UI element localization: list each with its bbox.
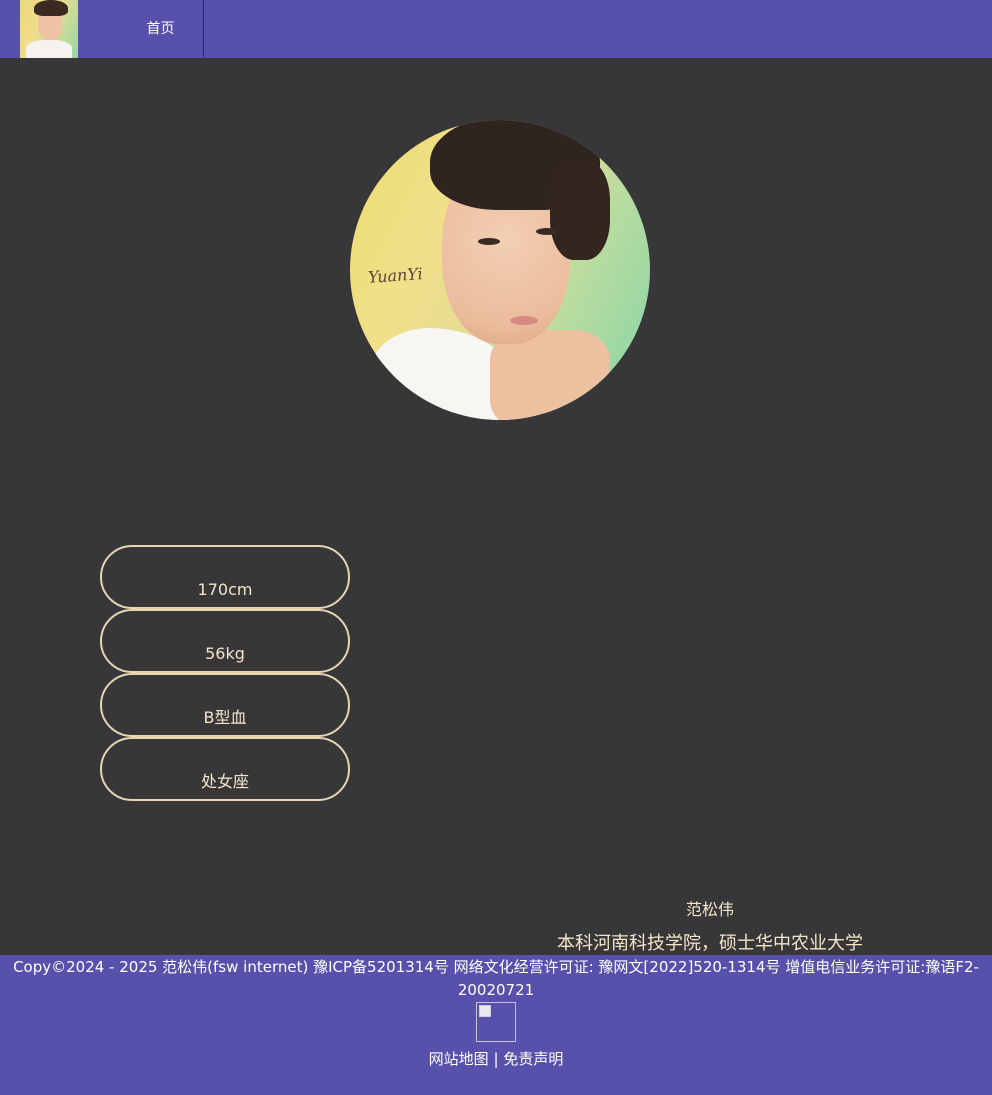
blood-type-pill: B型血 [100,673,350,737]
avatar-left-eye [478,238,500,245]
broken-image-glyph [479,1005,491,1017]
height-pill: 170cm [100,545,350,609]
avatar-lips [510,316,538,325]
top-navigation-bar: 首页 [0,0,992,58]
profile-education: 本科河南科技学院，硕士华中农业大学 [557,933,863,954]
page-footer: Copy©2024 - 2025 范松伟(fsw internet) 豫ICP备… [0,955,992,1095]
avatar-hair-side [550,160,610,260]
disclaimer-link[interactable]: 免责声明 [503,1050,563,1068]
logo-shirt [26,40,72,58]
zodiac-pill: 处女座 [100,737,350,801]
avatar-signature: YuanYi [367,264,424,287]
sitemap-link[interactable]: 网站地图 [429,1050,489,1068]
nav-home-link[interactable]: 首页 [118,0,204,58]
logo-image[interactable] [20,0,78,58]
logo-hair [34,0,68,16]
footer-links: 网站地图 | 免责声明 [0,1050,992,1068]
avatar-right-eye [536,228,558,235]
profile-info-list: 170cm 56kg B型血 处女座 [100,545,350,801]
profile-avatar: YuanYi [350,120,650,420]
broken-image-icon [476,1002,516,1042]
copyright-text: Copy©2024 - 2025 范松伟(fsw internet) 豫ICP备… [13,958,979,999]
weight-pill: 56kg [100,609,350,673]
footer-separator: | [493,1050,499,1068]
profile-name: 范松伟 [685,900,734,919]
